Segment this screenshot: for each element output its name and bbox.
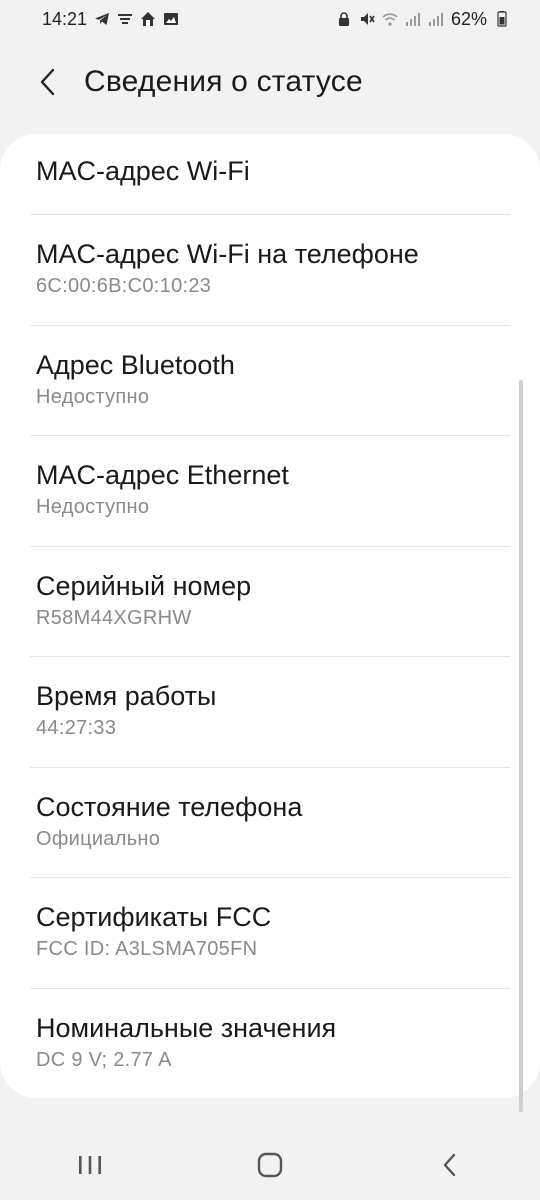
status-bar-right: 62% [336, 9, 510, 30]
divider [30, 988, 510, 989]
list-item-phone-status[interactable]: Состояние телефона Официально [0, 790, 540, 852]
list-item-ethernet-mac[interactable]: MAC-адрес Ethernet Недоступно [0, 458, 540, 520]
cast-icon [117, 11, 133, 27]
navigation-bar [0, 1130, 540, 1200]
home-button[interactable] [240, 1140, 300, 1190]
back-button[interactable] [34, 62, 62, 102]
app-header: Сведения о статусе [0, 52, 540, 112]
status-bar: 14:21 62% [0, 0, 540, 38]
list-item-value: FCC ID: A3LSMA705FN [36, 938, 258, 960]
list-item-value: Недоступно [36, 496, 150, 518]
image-icon [163, 11, 179, 27]
page-title: Сведения о статусе [84, 65, 363, 98]
home-alert-icon [140, 11, 156, 27]
divider [30, 546, 510, 547]
home-icon [257, 1152, 283, 1178]
signal-icon [405, 11, 421, 27]
list-item-title: Номинальные значения [36, 1013, 337, 1043]
divider [30, 877, 510, 878]
list-item-title: Адрес Bluetooth [36, 350, 235, 380]
list-item-title: Время работы [36, 681, 217, 711]
divider [30, 435, 510, 436]
list-item-value: Официально [36, 828, 161, 850]
recent-apps-button[interactable] [60, 1140, 120, 1190]
list-item-serial-number[interactable]: Серийный номер R58M44XGRHW [0, 569, 540, 631]
list-item-title: Состояние телефона [36, 792, 303, 822]
divider [30, 214, 510, 215]
battery-icon [494, 11, 510, 27]
mute-icon [359, 11, 375, 27]
list-item-title: MAC-адрес Wi-Fi на телефоне [36, 239, 419, 269]
recent-apps-icon [79, 1156, 101, 1174]
back-icon [443, 1153, 456, 1177]
list-item-rated-values[interactable]: Номинальные значения DC 9 V; 2.77 A [0, 1011, 540, 1073]
battery-percent: 62% [450, 8, 487, 29]
list-item-title: MAC-адрес Ethernet [36, 460, 289, 490]
list-item-title: Сертификаты FCC [36, 902, 272, 932]
list-item-fcc[interactable]: Сертификаты FCC FCC ID: A3LSMA705FN [0, 900, 540, 962]
status-bar-left: 14:21 [42, 9, 179, 30]
chevron-left-icon [40, 68, 55, 96]
nav-back-button[interactable] [420, 1140, 480, 1190]
list-item-phone-wifi-mac[interactable]: MAC-адрес Wi-Fi на телефоне 6C:00:6B:C0:… [0, 237, 540, 299]
divider [30, 325, 510, 326]
list-item-title: Серийный номер [36, 571, 252, 601]
telegram-icon [94, 11, 110, 27]
divider [30, 767, 510, 768]
scrollbar[interactable] [519, 380, 523, 1112]
list-item-title: MAC-адрес Wi-Fi [36, 156, 250, 186]
list-item-wifi-mac[interactable]: MAC-адрес Wi-Fi [0, 154, 540, 188]
signal-icon-2 [428, 11, 444, 27]
clock: 14:21 [42, 8, 88, 29]
list-item-value: R58M44XGRHW [36, 607, 192, 629]
list-item-value: 44:27:33 [36, 717, 117, 739]
lock-icon [336, 11, 352, 27]
divider [30, 656, 510, 657]
list-item-value: 6C:00:6B:C0:10:23 [36, 275, 212, 297]
wifi-icon [382, 11, 398, 27]
list-item-value: Недоступно [36, 386, 150, 408]
list-item-value: DC 9 V; 2.77 A [36, 1049, 172, 1071]
list-item-uptime[interactable]: Время работы 44:27:33 [0, 679, 540, 741]
status-info-list: MAC-адрес Wi-Fi MAC-адрес Wi-Fi на телеф… [0, 134, 540, 1098]
list-item-bluetooth[interactable]: Адрес Bluetooth Недоступно [0, 348, 540, 410]
